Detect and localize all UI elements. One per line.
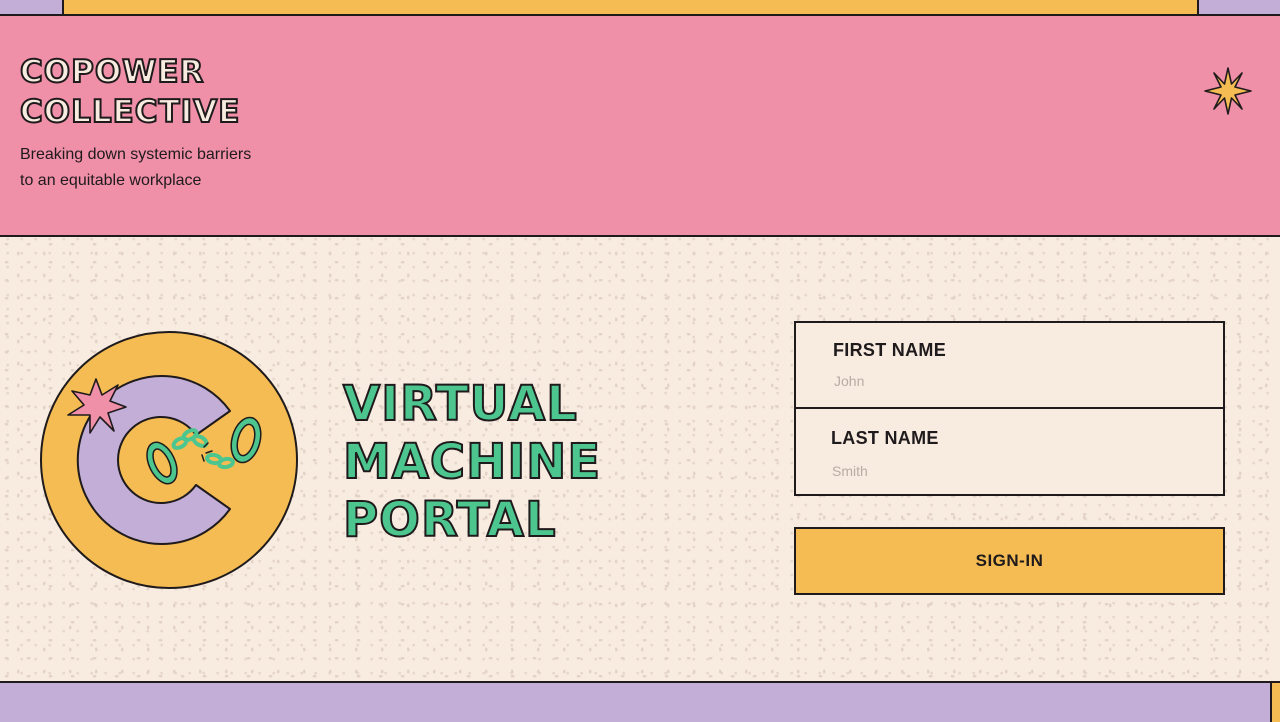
top-strip-lavender-left — [0, 0, 64, 14]
sign-in-button[interactable]: SIGN-IN — [794, 527, 1225, 595]
portal-title-line-3: PORTAL — [342, 491, 557, 549]
portal-title-line-1: VIRTUAL — [342, 375, 578, 433]
last-name-field: LAST NAME — [796, 409, 1223, 494]
portal-title-line-2: MACHINE — [342, 433, 602, 491]
sign-in-form: FIRST NAME LAST NAME — [794, 321, 1225, 496]
top-color-strip — [0, 0, 1280, 16]
bottom-band-accent — [1270, 683, 1280, 722]
first-name-label: FIRST NAME — [833, 340, 946, 360]
portal-title: VIRTUAL MACHINE PORTAL — [342, 375, 602, 549]
sparkle-star-icon — [1204, 67, 1252, 115]
last-name-input[interactable] — [832, 463, 1192, 479]
tagline-line-2: to an equitable workplace — [20, 172, 202, 189]
copower-logo-icon — [40, 331, 298, 589]
last-name-label: LAST NAME — [831, 428, 939, 448]
site-header: COPOWER COLLECTIVE Breaking down systemi… — [0, 16, 1280, 237]
first-name-field: FIRST NAME — [796, 323, 1223, 409]
brand-tagline: Breaking down systemic barriers to an eq… — [20, 142, 251, 194]
top-strip-yellow — [64, 0, 1197, 14]
first-name-input[interactable] — [834, 373, 1194, 389]
brand-title: COPOWER COLLECTIVE — [19, 52, 241, 132]
bottom-color-band — [0, 683, 1280, 722]
main-section: VIRTUAL MACHINE PORTAL FIRST NAME LAST N… — [0, 237, 1280, 683]
brand-title-line-2: COLLECTIVE — [19, 93, 241, 131]
top-strip-lavender-right — [1197, 0, 1280, 14]
tagline-line-1: Breaking down systemic barriers — [20, 146, 252, 163]
brand-title-line-1: COPOWER — [19, 53, 205, 91]
